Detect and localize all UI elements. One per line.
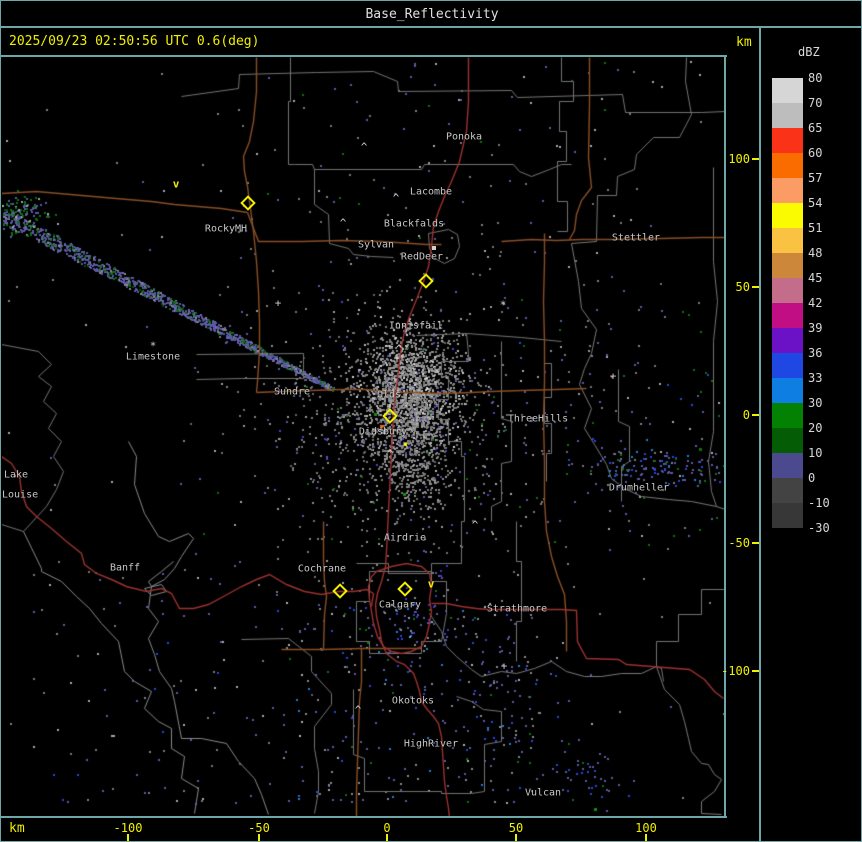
bottom-axis-tick — [127, 834, 129, 841]
colorbar-swatch — [772, 153, 803, 178]
right-axis-tick — [752, 158, 759, 160]
colorbar-label: 33 — [808, 371, 823, 385]
scan-timestamp: 2025/09/23 02:50:56 UTC 0.6(deg) — [9, 34, 260, 49]
bottom-axis-tick — [258, 834, 260, 841]
colorbar-label: 39 — [808, 321, 823, 335]
colorbar-label: -30 — [808, 521, 830, 535]
colorbar-swatch — [772, 403, 803, 428]
colorbar-label: 57 — [808, 171, 823, 185]
right-axis-tick — [752, 542, 759, 544]
colorbar-swatch — [772, 253, 803, 278]
right-axis-tick — [752, 286, 759, 288]
colorbar-label: 70 — [808, 96, 823, 110]
colorbar-swatch — [772, 378, 803, 403]
colorbar-swatch — [772, 453, 803, 478]
radar-map-canvas[interactable] — [2, 57, 725, 817]
bottom-axis-tick — [645, 834, 647, 841]
colorbar-label: 54 — [808, 196, 823, 210]
colorbar-swatch — [772, 428, 803, 453]
colorbar-swatch — [772, 203, 803, 228]
colorbar-swatch — [772, 478, 803, 503]
colorbar-swatch — [772, 103, 803, 128]
bottom-axis-tick-label: 50 — [508, 821, 524, 835]
axis-unit-bottom: km — [9, 821, 25, 836]
window-title: Base_Reflectivity — [365, 7, 499, 22]
colorbar-label: 48 — [808, 246, 823, 260]
bottom-axis-tick-label: 0 — [383, 821, 391, 835]
colorbar-swatch — [772, 128, 803, 153]
colorbar-label: 60 — [808, 146, 823, 160]
right-axis-tick — [752, 670, 759, 672]
map-border-top — [1, 55, 727, 57]
colorbar-swatch — [772, 178, 803, 203]
colorbar-label: 51 — [808, 221, 823, 235]
colorbar-swatch — [772, 503, 803, 528]
colorbar-label: 0 — [808, 471, 816, 485]
radar-viewer-window: Base_Reflectivity 2025/09/23 02:50:56 UT… — [0, 0, 862, 842]
right-axis-tick-label: 50 — [735, 280, 750, 294]
right-axis-tick-label: 0 — [742, 408, 750, 422]
panel-separator — [759, 28, 761, 841]
map-border-right — [724, 55, 726, 818]
colorbar-label: 42 — [808, 296, 823, 310]
colorbar-swatch — [772, 228, 803, 253]
colorbar-swatch — [772, 328, 803, 353]
colorbar-label: 20 — [808, 421, 823, 435]
colorbar-swatch — [772, 78, 803, 103]
axis-unit-top: km — [736, 35, 752, 50]
colorbar-label: 80 — [808, 71, 823, 85]
right-axis-tick — [752, 414, 759, 416]
title-bar: Base_Reflectivity — [1, 1, 861, 28]
colorbar-label: 30 — [808, 396, 823, 410]
colorbar-label: 36 — [808, 346, 823, 360]
right-axis-tick-label: -50 — [728, 536, 750, 550]
bottom-axis-tick-label: -50 — [248, 821, 270, 835]
bottom-axis-tick-label: -100 — [113, 821, 143, 835]
map-border-bottom — [1, 816, 727, 818]
colorbar-label: 65 — [808, 121, 823, 135]
colorbar-label: -10 — [808, 496, 830, 510]
colorbar-swatch — [772, 278, 803, 303]
bottom-axis-tick — [515, 834, 517, 841]
colorbar-title: dBZ — [798, 45, 820, 59]
right-axis-tick-label: 100 — [728, 152, 750, 166]
colorbar-label: 10 — [808, 446, 823, 460]
colorbar-label: 45 — [808, 271, 823, 285]
colorbar-swatch — [772, 353, 803, 378]
colorbar-swatch — [772, 303, 803, 328]
bottom-axis-tick-label: 100 — [635, 821, 657, 835]
bottom-axis-tick — [386, 834, 388, 841]
